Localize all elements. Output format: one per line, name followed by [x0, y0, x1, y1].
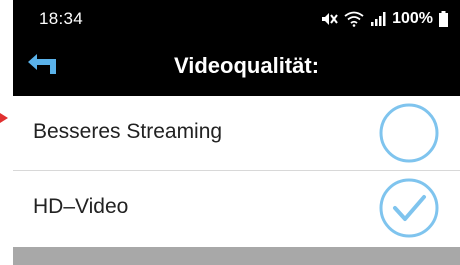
status-bar: 18:34 100% [13, 0, 460, 38]
edge-marker-icon [0, 113, 8, 123]
bottom-bar [13, 247, 460, 265]
radio-checked-icon[interactable] [378, 177, 440, 239]
page-title: Videoqualität: [173, 53, 320, 78]
battery-percentage: 100% [392, 10, 433, 27]
status-icons: 100% [320, 9, 448, 29]
wifi-icon [344, 11, 364, 27]
option-better-streaming[interactable]: Besseres Streaming [13, 96, 460, 171]
video-quality-options: Besseres Streaming HD–Video [13, 96, 460, 247]
phone-screen: 18:34 100% Videoqualität: Besseres Strea… [13, 0, 460, 265]
radio-unchecked-icon[interactable] [378, 102, 440, 164]
signal-icon [370, 11, 386, 27]
option-label: HD–Video [33, 195, 129, 218]
status-time: 18:34 [39, 9, 84, 28]
mute-icon [320, 11, 338, 27]
left-edge-strip [0, 0, 13, 265]
battery-icon [439, 11, 448, 27]
option-label: Besseres Streaming [33, 120, 223, 143]
option-hd-video[interactable]: HD–Video [13, 171, 460, 247]
app-bar: Videoqualität: [13, 38, 460, 96]
